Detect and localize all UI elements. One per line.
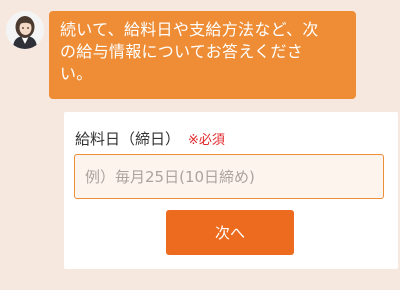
chat-message-bubble: 続いて、給料日や支給方法など、次 の給与情報についてお答えくださ い。: [49, 11, 356, 99]
payday-field-label: 給料日（締日） ※必須: [75, 128, 225, 149]
payday-input[interactable]: [74, 154, 384, 199]
required-badge: ※必須: [188, 133, 225, 148]
next-button[interactable]: 次へ: [166, 210, 294, 255]
payday-form-card: 給料日（締日） ※必須 次へ: [64, 112, 398, 269]
operator-avatar-icon: [6, 11, 44, 49]
payday-label-text: 給料日（締日）: [75, 130, 181, 148]
